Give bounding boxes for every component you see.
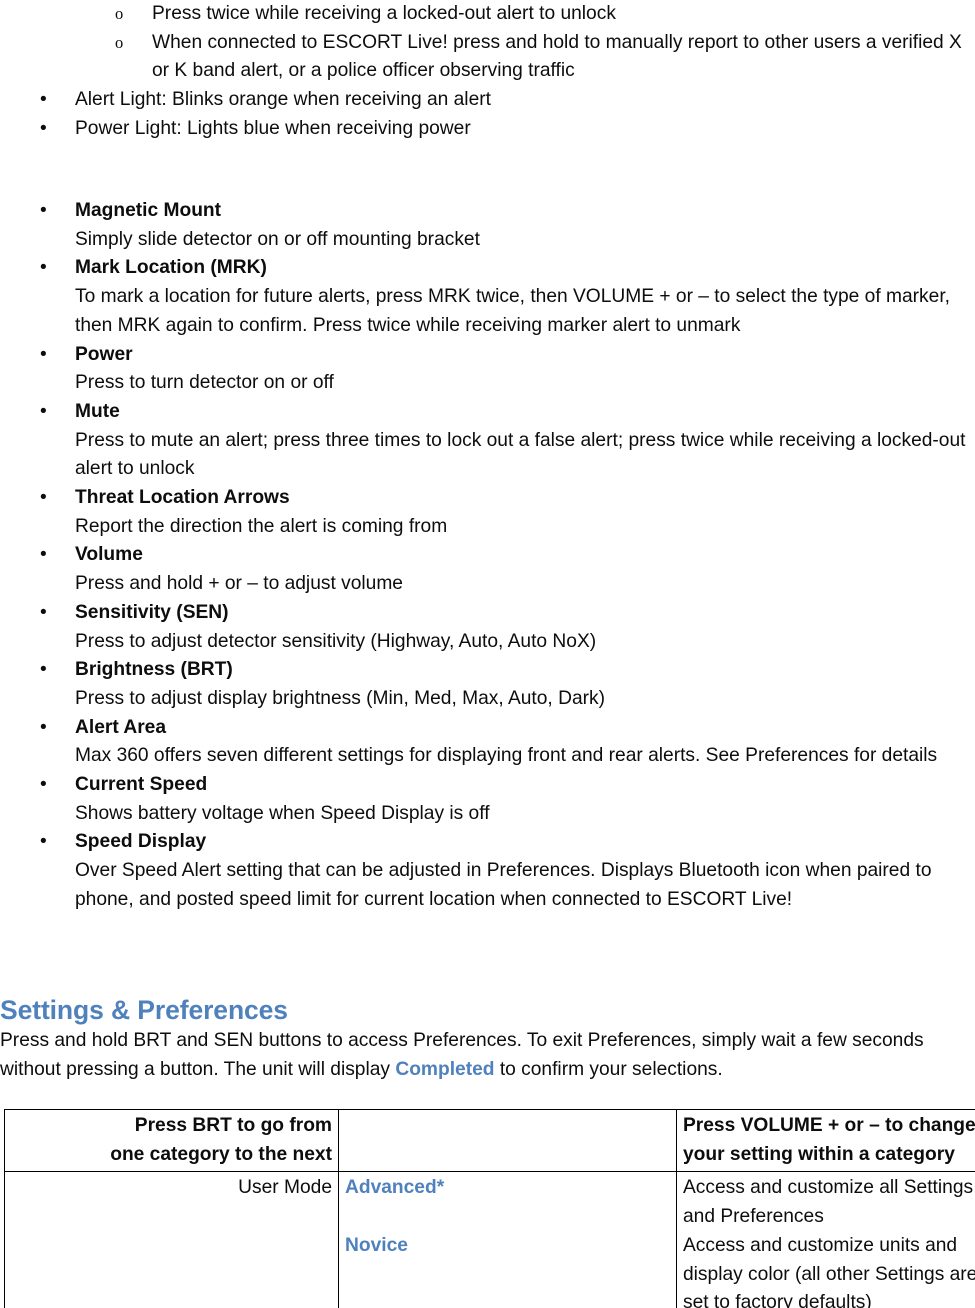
feature-title: Volume: [75, 544, 143, 566]
table-header-cell-navigation: Press BRT to go from one category to the…: [4, 1108, 339, 1173]
feature-item-mute: • Mute: [0, 398, 975, 427]
feature-item-brightness: • Brightness (BRT): [0, 656, 975, 685]
top-continued-list: o Press twice while receiving a locked-o…: [0, 0, 975, 144]
feature-title: Sensitivity (SEN): [75, 601, 229, 623]
feature-description: Report the direction the alert is coming…: [75, 515, 448, 537]
bullet-item-text: Power Light: Lights blue when receiving …: [75, 117, 471, 139]
table-row: User Mode Advanced* Novice Access and cu…: [4, 1171, 975, 1308]
feature-item-mark-location: • Mark Location (MRK): [0, 254, 975, 283]
bullet-list-item: • Alert Light: Blinks orange when receiv…: [0, 86, 975, 115]
table-header-row: Press BRT to go from one category to the…: [4, 1108, 975, 1173]
feature-item-speed-display: • Speed Display: [0, 828, 975, 857]
sub-list-item-text: When connected to ESCORT Live! press and…: [152, 31, 962, 82]
feature-description: Shows battery voltage when Speed Display…: [75, 802, 490, 824]
bullet-icon: •: [40, 659, 47, 681]
section-intro-part2: to confirm your selections.: [494, 1058, 723, 1080]
sub-list-item-text: Press twice while receiving a locked-out…: [152, 3, 616, 24]
feature-description: Press to mute an alert; press three time…: [75, 429, 966, 480]
feature-title: Magnetic Mount: [75, 200, 222, 221]
feature-item-sensitivity: • Sensitivity (SEN): [0, 599, 975, 628]
feature-list: • Magnetic Mount Simply slide detector o…: [0, 197, 975, 915]
bullet-icon: •: [40, 716, 47, 738]
settings-table-wrapper: Press BRT to go from one category to the…: [0, 1108, 975, 1308]
option-name-advanced: Advanced*: [345, 1177, 445, 1199]
bullet-icon: •: [40, 601, 47, 623]
feature-title: Speed Display: [75, 831, 207, 853]
feature-title: Current Speed: [75, 774, 208, 796]
settings-table: Press BRT to go from one category to the…: [4, 1108, 975, 1308]
feature-title: Power: [75, 343, 133, 365]
bullet-icon: •: [40, 257, 47, 279]
sub-list-item: o When connected to ESCORT Live! press a…: [0, 29, 975, 86]
bullet-icon: •: [40, 343, 47, 365]
feature-item-current-speed: • Current Speed: [0, 771, 975, 800]
document-page: o Press twice while receiving a locked-o…: [0, 0, 975, 1308]
feature-description: To mark a location for future alerts, pr…: [75, 286, 950, 336]
header-line-1: Press VOLUME + or – to change: [683, 1115, 975, 1136]
option-description-advanced: Access and customize all Settings and Pr…: [683, 1177, 974, 1228]
feature-description: Simply slide detector on or off mounting…: [75, 228, 480, 250]
completed-highlight: Completed: [395, 1058, 495, 1080]
feature-title: Mute: [75, 400, 120, 422]
bullet-icon: •: [40, 774, 47, 796]
table-cell-category: User Mode: [4, 1171, 339, 1308]
header-line-2: your setting within a category: [683, 1143, 955, 1165]
feature-item-power: • Power: [0, 341, 975, 370]
header-line-2: one category to the next: [110, 1143, 332, 1165]
bullet-icon: •: [40, 487, 47, 509]
settings-preferences-section: Settings & Preferences Press and hold BR…: [0, 993, 975, 1084]
bullet-icon: •: [40, 544, 47, 566]
feature-item-volume: • Volume: [0, 541, 975, 570]
feature-description: Press to turn detector on or off: [75, 372, 334, 394]
feature-title: Brightness (BRT): [75, 659, 233, 681]
feature-title: Mark Location (MRK): [75, 257, 267, 279]
feature-description: Over Speed Alert setting that can be adj…: [75, 860, 932, 910]
feature-item-magnetic-mount: • Magnetic Mount: [0, 197, 975, 226]
bullet-list-item: • Power Light: Lights blue when receivin…: [0, 115, 975, 144]
feature-item-threat-location-arrows: • Threat Location Arrows: [0, 484, 975, 513]
feature-title: Alert Area: [75, 716, 166, 738]
table-header-cell-options: [338, 1108, 677, 1173]
feature-description: Press and hold + or – to adjust volume: [75, 573, 403, 595]
sub-list-item: o Press twice while receiving a locked-o…: [0, 0, 975, 29]
option-spacer: [345, 1203, 670, 1232]
bullet-icon: •: [40, 117, 47, 139]
hollow-bullet-icon: o: [115, 4, 124, 23]
feature-description: Press to adjust detector sensitivity (Hi…: [75, 630, 597, 652]
bullet-icon: •: [40, 400, 47, 422]
bullet-icon: •: [40, 89, 47, 111]
feature-description: Press to adjust display brightness (Min,…: [75, 687, 605, 709]
feature-description: Max 360 offers seven different settings …: [75, 745, 938, 767]
bullet-item-text: Alert Light: Blinks orange when receivin…: [75, 89, 491, 111]
option-name-novice: Novice: [345, 1234, 408, 1256]
table-cell-option-names: Advanced* Novice: [338, 1171, 677, 1308]
option-description-novice: Access and customize units and display c…: [683, 1234, 975, 1308]
bullet-icon: •: [40, 200, 47, 221]
table-cell-option-descriptions: Access and customize all Settings and Pr…: [676, 1171, 975, 1308]
hollow-bullet-icon: o: [115, 32, 124, 52]
section-intro-paragraph: Press and hold BRT and SEN buttons to ac…: [0, 1027, 975, 1084]
table-header-cell-change: Press VOLUME + or – to change your setti…: [676, 1108, 975, 1173]
header-line-1: Press BRT to go from: [134, 1115, 332, 1136]
bullet-icon: •: [40, 831, 47, 853]
feature-title: Threat Location Arrows: [75, 487, 290, 509]
section-heading: Settings & Preferences: [0, 995, 288, 1025]
feature-item-alert-area: • Alert Area: [0, 714, 975, 743]
